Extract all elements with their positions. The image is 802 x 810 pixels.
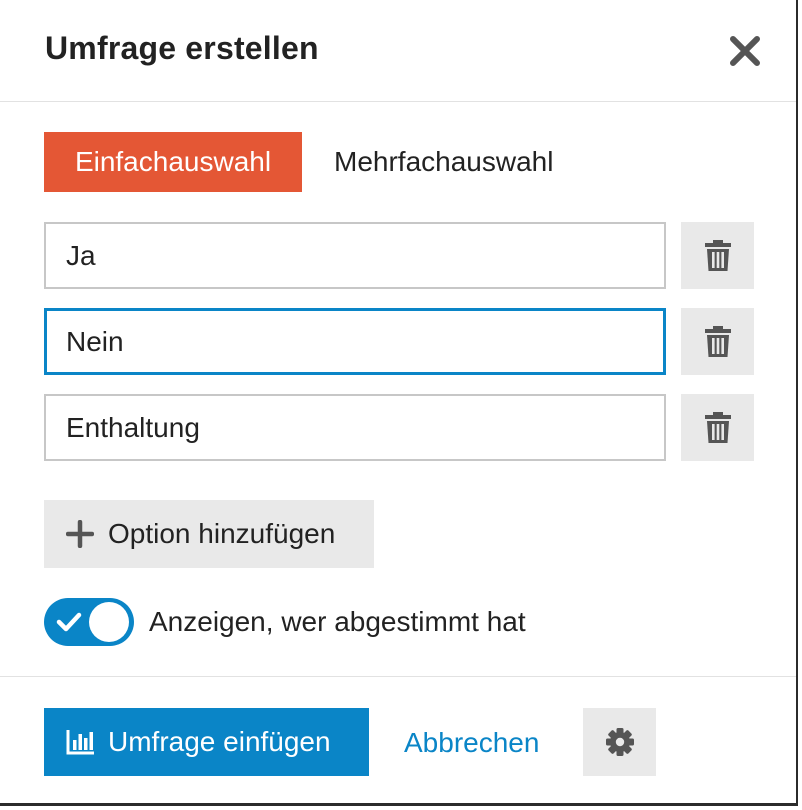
delete-option-button[interactable]: [681, 394, 754, 461]
poll-settings-button[interactable]: [583, 708, 656, 776]
option-input[interactable]: [44, 222, 666, 289]
cancel-link[interactable]: Abbrechen: [404, 727, 539, 759]
close-button[interactable]: [724, 30, 766, 72]
add-option-button[interactable]: Option hinzufügen: [44, 500, 374, 568]
trash-icon: [704, 239, 731, 271]
insert-poll-label: Umfrage einfügen: [108, 726, 331, 757]
delete-option-button[interactable]: [681, 308, 754, 375]
bar-chart-icon: [66, 728, 96, 756]
trash-icon: [704, 411, 731, 443]
option-row: [44, 222, 754, 290]
gear-icon: [605, 728, 634, 756]
modal-title: Umfrage erstellen: [45, 30, 319, 66]
modal-header: Umfrage erstellen: [0, 0, 796, 102]
modal-footer: Umfrage einfügen Abbrechen: [0, 676, 796, 805]
show-voters-label: Anzeigen, wer abgestimmt hat: [149, 606, 526, 637]
delete-option-button[interactable]: [681, 222, 754, 289]
option-input[interactable]: [44, 394, 666, 461]
plus-icon: [66, 520, 94, 548]
trash-icon: [704, 325, 731, 357]
close-icon: [730, 36, 760, 66]
option-input[interactable]: [44, 308, 666, 375]
toggle-knob: [89, 602, 129, 642]
insert-poll-button[interactable]: Umfrage einfügen: [44, 708, 369, 776]
option-row: [44, 308, 754, 376]
add-option-label: Option hinzufügen: [108, 518, 336, 549]
poll-modal: Umfrage erstellen Einfachauswahl Mehrfac…: [0, 0, 798, 806]
show-voters-toggle[interactable]: [44, 598, 134, 646]
tab-multiple-choice[interactable]: Mehrfachauswahl: [334, 132, 553, 192]
check-icon: [56, 612, 82, 632]
tab-single-choice[interactable]: Einfachauswahl: [44, 132, 302, 192]
option-row: [44, 394, 754, 462]
